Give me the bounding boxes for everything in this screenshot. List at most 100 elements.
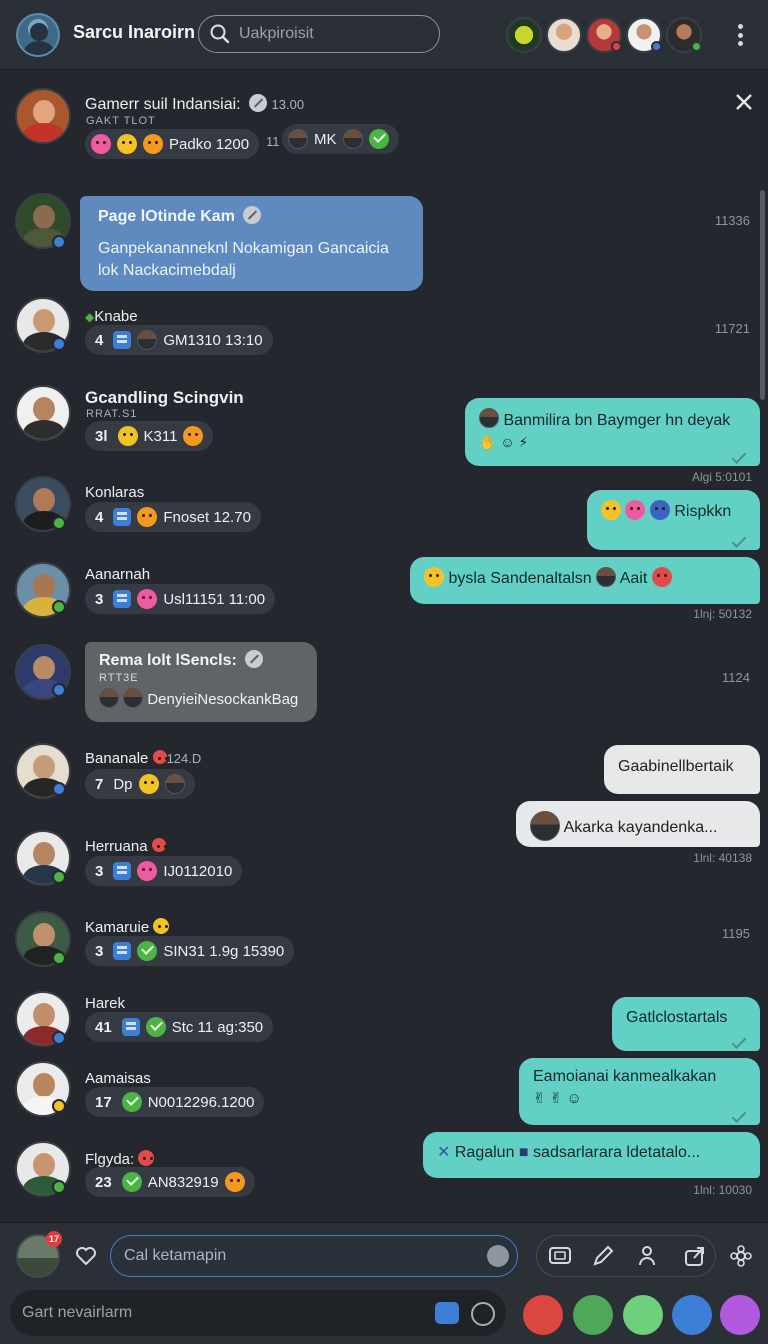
document-icon — [113, 508, 132, 526]
contact-avatar[interactable] — [626, 17, 662, 53]
avatar[interactable] — [15, 88, 71, 144]
contact-summary[interactable]: 3l K311 — [85, 421, 214, 451]
green-action-button[interactable] — [573, 1295, 613, 1335]
smile-emoji — [117, 134, 137, 154]
contact-summary[interactable]: 23 AN832919 — [85, 1167, 255, 1197]
clock-icon[interactable] — [487, 1245, 509, 1267]
chip-text: SIN31 1.9g 15390 — [163, 942, 285, 960]
screen-icon[interactable] — [547, 1243, 573, 1269]
contact-avatar[interactable] — [586, 17, 622, 53]
contact-avatar[interactable] — [666, 17, 702, 53]
smile-emoji — [424, 567, 444, 587]
gear-icon[interactable] — [728, 1243, 754, 1269]
message-sender: Page lOtinde Kam — [98, 206, 405, 226]
chip-text: GM1310 13:10 — [163, 331, 263, 349]
secondary-input[interactable]: Gart nevairlarm — [10, 1290, 506, 1336]
contact-summary[interactable]: 7 Dp — [85, 769, 195, 799]
pinned-extra-chip[interactable]: MK — [282, 124, 399, 154]
secondary-placeholder: Gart nevairlarm — [22, 1304, 133, 1321]
document-icon — [121, 1018, 140, 1036]
pinned-reactions[interactable]: Padko 1200 — [85, 129, 260, 159]
outgoing-text: Ragalun — [454, 1144, 515, 1161]
read-tick-icon — [731, 1034, 747, 1049]
outgoing-bubble[interactable]: Gaabinellbertaik — [604, 745, 760, 794]
contact-summary[interactable]: 3 IJ0112010 — [85, 856, 243, 886]
person-icon[interactable] — [634, 1243, 660, 1269]
kiss-emoji — [137, 589, 158, 609]
contact-summary[interactable]: 41 Stc 11 ag:350 — [85, 1012, 274, 1042]
red-action-button[interactable] — [523, 1295, 563, 1335]
outgoing-bubble[interactable]: Banmilira bn Baymger hn deyak ✋ ☺ ⚡ — [465, 398, 760, 466]
read-tick-icon — [731, 449, 747, 464]
no-icon[interactable] — [471, 1302, 495, 1326]
outgoing-text: sadsarlarara ldetatalo... — [533, 1144, 701, 1161]
unread-count: 23 — [95, 1173, 112, 1191]
avatar[interactable] — [15, 385, 71, 441]
globe-icon — [649, 500, 670, 520]
outgoing-bubble[interactable]: Eamoianai kanmealkakan ✌ ✌ ☺ — [519, 1058, 760, 1125]
blue-action-button[interactable] — [672, 1295, 712, 1335]
close-icon[interactable] — [733, 91, 755, 113]
chip-text: Stc 11 ag:350 — [171, 1018, 264, 1036]
share-icon[interactable] — [682, 1243, 708, 1269]
badge-emoji — [151, 838, 166, 852]
magic-wand-button[interactable] — [720, 1295, 760, 1335]
check-icon — [368, 129, 389, 149]
bubble-time: 1lnl: 10030 — [693, 1183, 752, 1197]
pencil-icon[interactable] — [590, 1243, 616, 1269]
outgoing-text: Rispkkn — [674, 503, 732, 520]
puzzle-icon[interactable] — [435, 1302, 459, 1324]
message-sender: Rema lolt lSencls: — [99, 650, 303, 670]
outgoing-text: Gaabinellbertaik — [618, 758, 734, 775]
outgoing-bubble[interactable]: bysla Sandenaltalsn Aait — [410, 557, 760, 604]
contact-name: Bananale 124.D — [85, 750, 202, 767]
profile-avatar[interactable] — [16, 13, 60, 57]
chip-text: AN832919 — [147, 1173, 219, 1191]
status-badge — [52, 1099, 66, 1113]
outgoing-bubble[interactable]: ✕ Ragalun ■ sadsarlarara ldetatalo... — [423, 1132, 760, 1178]
outgoing-text: Aait — [619, 570, 648, 587]
contact-name: Konlaras — [85, 484, 145, 501]
search-input[interactable]: Uakpiroisit — [198, 15, 440, 53]
unread-count: 3 — [95, 590, 104, 608]
message-bubble[interactable]: Rema lolt lSencls: RTT3E DenyieiNesockan… — [85, 642, 317, 722]
contact-summary[interactable]: 4 Fnoset 12.70 — [85, 502, 261, 532]
status-badge — [52, 951, 66, 965]
contact-summary[interactable]: 3 SIN31 1.9g 15390 — [85, 936, 295, 966]
outgoing-bubble[interactable]: Gatlclostartals — [612, 997, 760, 1051]
badge-emoji — [138, 1150, 155, 1166]
check-icon — [145, 1017, 166, 1037]
pen-action-button[interactable] — [623, 1295, 663, 1335]
read-tick-icon — [731, 1108, 747, 1123]
chip-text: Usl11151 11:00 — [163, 590, 266, 608]
contact-avatar[interactable] — [546, 17, 582, 53]
scrollbar[interactable] — [760, 190, 765, 400]
message-sub: RTT3E — [99, 672, 139, 684]
contact-summary[interactable]: 17 N0012296.1200 — [85, 1087, 265, 1117]
contact-name: Herruana — [85, 838, 166, 855]
laugh-emoji — [143, 134, 163, 154]
unread-count: 7 — [95, 775, 104, 793]
status-badge — [52, 337, 66, 351]
mini-avatar — [164, 774, 185, 794]
chip-text: Fnoset 12.70 — [163, 508, 251, 526]
grin-emoji — [137, 507, 158, 527]
document-icon — [113, 942, 132, 960]
contact-summary[interactable]: 3 Usl11151 11:00 — [85, 584, 276, 614]
outgoing-text: Eamoianai kanmealkakan — [533, 1068, 717, 1085]
heart-icon[interactable] — [74, 1244, 98, 1268]
emoji-row: ✌ ✌ ☺ — [533, 1090, 582, 1107]
smile-emoji — [601, 500, 621, 520]
notification-badge: 17 — [46, 1231, 62, 1247]
outgoing-bubble[interactable]: Rispkkn — [587, 490, 760, 550]
badge-emoji — [152, 750, 167, 764]
more-menu-icon[interactable] — [730, 22, 750, 48]
status-badge — [52, 1031, 66, 1045]
outgoing-bubble[interactable]: Akarka kayandenka... — [516, 801, 760, 847]
contact-avatar[interactable] — [506, 17, 542, 53]
outgoing-text: Banmilira bn Baymger hn deyak — [503, 412, 731, 429]
message-input[interactable]: Cal ketamapin — [110, 1235, 518, 1277]
unread-count: 17 — [95, 1093, 112, 1111]
contact-summary[interactable]: 4 GM1310 13:10 — [85, 325, 273, 355]
message-bubble[interactable]: Page lOtinde Kam Ganpekananneknl Nokamig… — [80, 196, 423, 291]
